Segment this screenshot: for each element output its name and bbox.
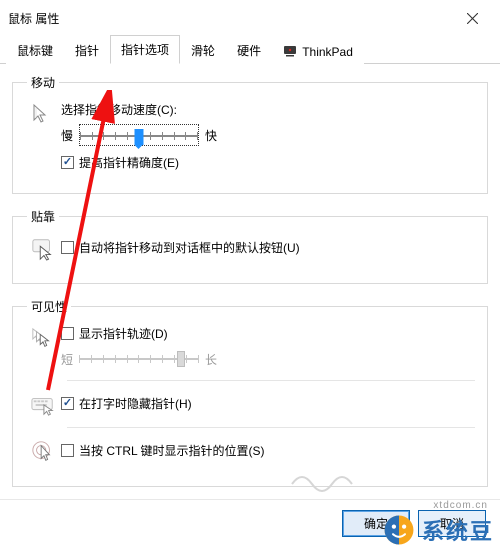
pointer-trails-checkbox[interactable] xyxy=(61,327,74,340)
tab-label: 硬件 xyxy=(237,44,261,58)
pointer-trails-slider xyxy=(79,348,199,370)
ctrl-locate-checkbox[interactable] xyxy=(61,444,74,457)
titlebar: 鼠标 属性 xyxy=(0,0,500,34)
group-motion: 移动 选择指针移动速度(C): 慢 快 xyxy=(12,74,488,194)
group-motion-legend: 移动 xyxy=(27,74,59,91)
tab-label: ThinkPad xyxy=(302,45,353,59)
group-visibility-legend: 可见性 xyxy=(27,298,71,315)
watermark-logo-icon xyxy=(382,513,416,547)
motion-cursor-icon xyxy=(31,103,55,127)
slow-label: 慢 xyxy=(61,127,73,144)
tab-label: 滑轮 xyxy=(191,44,215,58)
group-snap-legend: 贴靠 xyxy=(27,208,59,225)
enhance-precision-checkbox[interactable] xyxy=(61,156,74,169)
tab-thinkpad[interactable]: ThinkPad xyxy=(272,38,364,64)
divider xyxy=(67,427,475,428)
tab-label: 鼠标键 xyxy=(17,44,53,58)
tab-strip: 鼠标键 指针 指针选项 滑轮 硬件 ThinkPad xyxy=(0,34,500,64)
tab-pointer-options[interactable]: 指针选项 xyxy=(110,35,180,64)
watermark-text: 系统豆 xyxy=(422,514,494,546)
tab-wheel[interactable]: 滑轮 xyxy=(180,36,226,64)
group-snap: 贴靠 自动将指针移动到对话框中的默认按钮(U) xyxy=(12,208,488,284)
snap-to-icon xyxy=(31,237,55,261)
enhance-precision-label: 提高指针精确度(E) xyxy=(79,154,179,171)
hide-while-typing-checkbox[interactable] xyxy=(61,397,74,410)
close-button[interactable] xyxy=(452,6,492,30)
pointer-trails-icon xyxy=(31,327,55,351)
thinkpad-icon xyxy=(283,44,297,58)
hide-while-typing-label: 在打字时隐藏指针(H) xyxy=(79,395,192,412)
divider xyxy=(67,380,475,381)
tab-hardware[interactable]: 硬件 xyxy=(226,36,272,64)
ctrl-locate-label: 当按 CTRL 键时显示指针的位置(S) xyxy=(79,442,265,459)
trails-long-label: 长 xyxy=(205,351,217,368)
hide-while-typing-icon xyxy=(31,393,55,417)
snap-to-default-checkbox[interactable] xyxy=(61,241,74,254)
tab-pointers[interactable]: 指针 xyxy=(64,36,110,64)
tab-buttons[interactable]: 鼠标键 xyxy=(6,36,64,64)
tab-panel: 移动 选择指针移动速度(C): 慢 快 xyxy=(0,64,500,511)
trails-short-label: 短 xyxy=(61,351,73,368)
fast-label: 快 xyxy=(205,127,217,144)
pointer-trails-label: 显示指针轨迹(D) xyxy=(79,325,168,342)
pointer-speed-label: 选择指针移动速度(C): xyxy=(61,101,475,118)
snap-to-default-label: 自动将指针移动到对话框中的默认按钮(U) xyxy=(79,239,300,256)
pointer-speed-slider[interactable] xyxy=(79,124,199,146)
group-visibility: 可见性 显示指针轨迹(D) 短 xyxy=(12,298,488,487)
ctrl-locate-icon xyxy=(31,440,55,464)
watermark: 系统豆 xyxy=(382,513,494,547)
watermark-sub: xtdcom.cn xyxy=(433,500,488,511)
tab-label: 指针 xyxy=(75,44,99,58)
wave-overlay-icon xyxy=(290,464,360,494)
close-x-icon xyxy=(467,13,478,24)
window-title: 鼠标 属性 xyxy=(8,10,59,27)
tab-label: 指针选项 xyxy=(121,43,169,57)
